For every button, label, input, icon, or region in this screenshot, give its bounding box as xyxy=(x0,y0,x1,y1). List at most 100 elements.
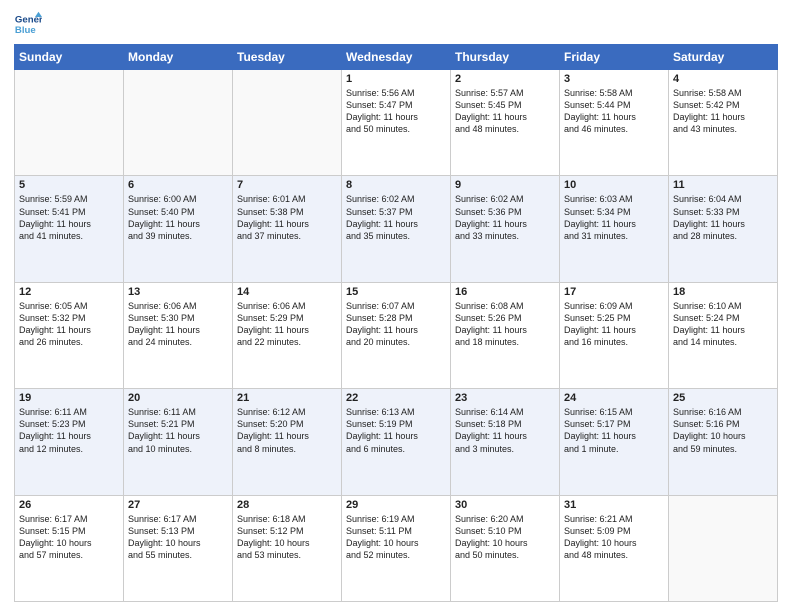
calendar-cell: 7 Sunrise: 6:01 AM Sunset: 5:38 PM Daylig… xyxy=(233,176,342,282)
day-number: 24 xyxy=(564,392,664,404)
day-number: 3 xyxy=(564,73,664,85)
day-number: 8 xyxy=(346,179,446,191)
day-info: Sunrise: 6:07 AM Sunset: 5:28 PM Dayligh… xyxy=(346,300,446,349)
calendar-cell: 17 Sunrise: 6:09 AM Sunset: 5:25 PM Dayli… xyxy=(560,282,669,388)
calendar-cell: 1 Sunrise: 5:56 AM Sunset: 5:47 PM Daylig… xyxy=(342,70,451,176)
calendar-cell: 21 Sunrise: 6:12 AM Sunset: 5:20 PM Dayli… xyxy=(233,389,342,495)
day-info: Sunrise: 6:10 AM Sunset: 5:24 PM Dayligh… xyxy=(673,300,773,349)
day-number: 29 xyxy=(346,499,446,511)
day-info: Sunrise: 6:06 AM Sunset: 5:29 PM Dayligh… xyxy=(237,300,337,349)
calendar-cell: 25 Sunrise: 6:16 AM Sunset: 5:16 PM Dayli… xyxy=(669,389,778,495)
calendar-cell: 13Sunrise: 6:06 AM Sunset: 5:30 PM Dayli… xyxy=(124,282,233,388)
weekday-header-sunday: Sunday xyxy=(15,45,124,70)
day-number: 14 xyxy=(237,286,337,298)
day-number: 26 xyxy=(19,499,119,511)
weekday-header-wednesday: Wednesday xyxy=(342,45,451,70)
header: General Blue xyxy=(14,10,778,38)
day-number: 1 xyxy=(346,73,446,85)
weekday-header-thursday: Thursday xyxy=(451,45,560,70)
day-number: 9 xyxy=(455,179,555,191)
day-number: 15 xyxy=(346,286,446,298)
day-info: Sunrise: 6:19 AM Sunset: 5:11 PM Dayligh… xyxy=(346,513,446,562)
day-info: Sunrise: 5:58 AM Sunset: 5:42 PM Dayligh… xyxy=(673,87,773,136)
calendar-cell: 30 Sunrise: 6:20 AM Sunset: 5:10 PM Dayli… xyxy=(451,495,560,601)
calendar-cell: 5 Sunrise: 5:59 AM Sunset: 5:41 PM Daylig… xyxy=(15,176,124,282)
calendar-cell: 29 Sunrise: 6:19 AM Sunset: 5:11 PM Dayli… xyxy=(342,495,451,601)
day-info: Sunrise: 6:04 AM Sunset: 5:33 PM Dayligh… xyxy=(673,193,773,242)
day-number: 17 xyxy=(564,286,664,298)
day-number: 20 xyxy=(128,392,228,404)
calendar-cell: 22 Sunrise: 6:13 AM Sunset: 5:19 PM Dayli… xyxy=(342,389,451,495)
calendar-cell: 11 Sunrise: 6:04 AM Sunset: 5:33 PM Dayli… xyxy=(669,176,778,282)
day-info: Sunrise: 6:21 AM Sunset: 5:09 PM Dayligh… xyxy=(564,513,664,562)
calendar-cell: 10Sunrise: 6:03 AM Sunset: 5:34 PM Dayli… xyxy=(560,176,669,282)
calendar-cell: 6 Sunrise: 6:00 AM Sunset: 5:40 PM Daylig… xyxy=(124,176,233,282)
day-info: Sunrise: 6:11 AM Sunset: 5:21 PM Dayligh… xyxy=(128,406,228,455)
day-info: Sunrise: 5:59 AM Sunset: 5:41 PM Dayligh… xyxy=(19,193,119,242)
day-info: Sunrise: 6:02 AM Sunset: 5:37 PM Dayligh… xyxy=(346,193,446,242)
weekday-header-saturday: Saturday xyxy=(669,45,778,70)
calendar-table: SundayMondayTuesdayWednesdayThursdayFrid… xyxy=(14,44,778,602)
week-row-5: 26 Sunrise: 6:17 AM Sunset: 5:15 PM Dayli… xyxy=(15,495,778,601)
day-info: Sunrise: 6:06 AM Sunset: 5:30 PM Dayligh… xyxy=(128,300,228,349)
calendar-cell: 14 Sunrise: 6:06 AM Sunset: 5:29 PM Dayli… xyxy=(233,282,342,388)
calendar-cell xyxy=(233,70,342,176)
weekday-header-monday: Monday xyxy=(124,45,233,70)
calendar-cell: 3 Sunrise: 5:58 AM Sunset: 5:44 PM Daylig… xyxy=(560,70,669,176)
calendar-cell: 2 Sunrise: 5:57 AM Sunset: 5:45 PM Daylig… xyxy=(451,70,560,176)
day-info: Sunrise: 6:13 AM Sunset: 5:19 PM Dayligh… xyxy=(346,406,446,455)
day-info: Sunrise: 5:57 AM Sunset: 5:45 PM Dayligh… xyxy=(455,87,555,136)
day-number: 12 xyxy=(19,286,119,298)
day-number: 5 xyxy=(19,179,119,191)
svg-text:Blue: Blue xyxy=(15,25,36,36)
calendar-cell: 31Sunrise: 6:21 AM Sunset: 5:09 PM Dayli… xyxy=(560,495,669,601)
calendar-cell: 20 Sunrise: 6:11 AM Sunset: 5:21 PM Dayli… xyxy=(124,389,233,495)
day-number: 16 xyxy=(455,286,555,298)
calendar-cell: 4Sunrise: 5:58 AM Sunset: 5:42 PM Daylig… xyxy=(669,70,778,176)
calendar-cell: 19 Sunrise: 6:11 AM Sunset: 5:23 PM Dayli… xyxy=(15,389,124,495)
calendar-cell: 16Sunrise: 6:08 AM Sunset: 5:26 PM Dayli… xyxy=(451,282,560,388)
day-info: Sunrise: 6:11 AM Sunset: 5:23 PM Dayligh… xyxy=(19,406,119,455)
day-info: Sunrise: 6:16 AM Sunset: 5:16 PM Dayligh… xyxy=(673,406,773,455)
day-number: 2 xyxy=(455,73,555,85)
day-info: Sunrise: 6:02 AM Sunset: 5:36 PM Dayligh… xyxy=(455,193,555,242)
weekday-header-row: SundayMondayTuesdayWednesdayThursdayFrid… xyxy=(15,45,778,70)
week-row-4: 19 Sunrise: 6:11 AM Sunset: 5:23 PM Dayli… xyxy=(15,389,778,495)
calendar-cell xyxy=(124,70,233,176)
logo: General Blue xyxy=(14,10,42,38)
day-info: Sunrise: 6:18 AM Sunset: 5:12 PM Dayligh… xyxy=(237,513,337,562)
day-number: 21 xyxy=(237,392,337,404)
day-number: 7 xyxy=(237,179,337,191)
day-info: Sunrise: 6:15 AM Sunset: 5:17 PM Dayligh… xyxy=(564,406,664,455)
day-info: Sunrise: 6:00 AM Sunset: 5:40 PM Dayligh… xyxy=(128,193,228,242)
day-number: 23 xyxy=(455,392,555,404)
calendar-cell: 12Sunrise: 6:05 AM Sunset: 5:32 PM Dayli… xyxy=(15,282,124,388)
day-number: 11 xyxy=(673,179,773,191)
calendar-cell: 28 Sunrise: 6:18 AM Sunset: 5:12 PM Dayli… xyxy=(233,495,342,601)
calendar-cell: 24 Sunrise: 6:15 AM Sunset: 5:17 PM Dayli… xyxy=(560,389,669,495)
day-info: Sunrise: 6:09 AM Sunset: 5:25 PM Dayligh… xyxy=(564,300,664,349)
day-info: Sunrise: 6:12 AM Sunset: 5:20 PM Dayligh… xyxy=(237,406,337,455)
day-number: 22 xyxy=(346,392,446,404)
week-row-2: 5 Sunrise: 5:59 AM Sunset: 5:41 PM Daylig… xyxy=(15,176,778,282)
day-number: 19 xyxy=(19,392,119,404)
day-info: Sunrise: 5:56 AM Sunset: 5:47 PM Dayligh… xyxy=(346,87,446,136)
page: General Blue SundayMondayTuesdayWednesda… xyxy=(0,0,792,612)
day-info: Sunrise: 6:03 AM Sunset: 5:34 PM Dayligh… xyxy=(564,193,664,242)
day-number: 6 xyxy=(128,179,228,191)
calendar-cell: 26 Sunrise: 6:17 AM Sunset: 5:15 PM Dayli… xyxy=(15,495,124,601)
day-info: Sunrise: 6:20 AM Sunset: 5:10 PM Dayligh… xyxy=(455,513,555,562)
weekday-header-tuesday: Tuesday xyxy=(233,45,342,70)
calendar-cell: 8 Sunrise: 6:02 AM Sunset: 5:37 PM Daylig… xyxy=(342,176,451,282)
calendar-cell xyxy=(15,70,124,176)
day-number: 28 xyxy=(237,499,337,511)
day-info: Sunrise: 6:01 AM Sunset: 5:38 PM Dayligh… xyxy=(237,193,337,242)
calendar-cell: 15 Sunrise: 6:07 AM Sunset: 5:28 PM Dayli… xyxy=(342,282,451,388)
calendar-cell: 9 Sunrise: 6:02 AM Sunset: 5:36 PM Daylig… xyxy=(451,176,560,282)
day-number: 27 xyxy=(128,499,228,511)
calendar-cell: 27Sunrise: 6:17 AM Sunset: 5:13 PM Dayli… xyxy=(124,495,233,601)
day-number: 25 xyxy=(673,392,773,404)
day-info: Sunrise: 6:17 AM Sunset: 5:15 PM Dayligh… xyxy=(19,513,119,562)
day-info: Sunrise: 5:58 AM Sunset: 5:44 PM Dayligh… xyxy=(564,87,664,136)
day-number: 30 xyxy=(455,499,555,511)
